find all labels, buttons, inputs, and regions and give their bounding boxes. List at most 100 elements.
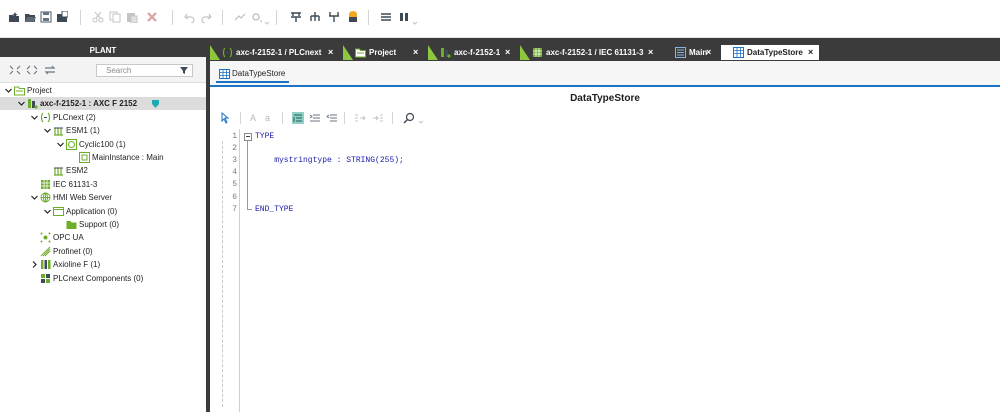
close-icon[interactable]: × (706, 45, 711, 60)
tree-item-label: Application (0) (66, 206, 118, 216)
code-editor[interactable]: 1 TYPE 2 3 mystringtype : STRING(255); 4 5 6 7 E… (210, 129, 1000, 412)
tab-2[interactable]: axc-f-2152-1 × (428, 45, 516, 60)
user-icon[interactable] (347, 11, 359, 23)
more-chevron-icon[interactable] (412, 19, 418, 25)
tree-item-label: axc-f-2152-1 : AXC F 2152 (40, 99, 138, 109)
menu-icon[interactable] (380, 11, 392, 23)
line-number: 1 (232, 132, 237, 141)
tab-3[interactable]: axc-f-2152-1 / IEC 61131-3 × (520, 45, 659, 60)
axioline-icon (40, 259, 51, 270)
chevron-down-icon[interactable] (30, 113, 39, 122)
save-icon[interactable] (40, 11, 52, 23)
tree-item[interactable]: Support (0) (0, 218, 206, 231)
bookmark-next-icon[interactable] (372, 112, 384, 124)
tree-item[interactable]: Project (0, 84, 206, 97)
chevron-right-icon[interactable] (30, 260, 39, 269)
font-increase-button[interactable]: A (250, 112, 256, 124)
close-icon[interactable]: × (413, 45, 418, 60)
network-icon[interactable] (309, 11, 321, 23)
write-icon[interactable] (290, 11, 302, 23)
iec-icon (40, 179, 51, 190)
tree-item[interactable]: Axioline F (1) (0, 258, 206, 271)
tree-item[interactable]: ESM1 (1) (0, 124, 206, 137)
code-line: 2 (210, 143, 1000, 155)
tab-label: Main (689, 48, 708, 57)
tree-item[interactable]: HMI Web Server (0, 191, 206, 204)
comment-icon[interactable] (292, 112, 304, 124)
sync-icon[interactable] (44, 65, 56, 75)
tab-label: Project (369, 48, 397, 57)
fold-toggle-icon[interactable] (244, 133, 252, 141)
outdent-icon[interactable] (326, 112, 338, 124)
chevron-down-icon[interactable] (43, 126, 52, 135)
delete-icon[interactable] (146, 11, 158, 23)
tree-item[interactable]: PLCnext (2) (0, 111, 206, 124)
plant-toolbar (0, 57, 206, 83)
tree-item[interactable]: axc-f-2152-1 : AXC F 2152 (0, 97, 206, 111)
tree-item[interactable]: MainInstance : Main (0, 151, 206, 164)
online-icon[interactable] (328, 11, 340, 23)
chevron-down-icon[interactable] (17, 99, 26, 108)
more-chevron-icon[interactable] (418, 118, 424, 124)
tree-item[interactable]: IEC 61131-3 (0, 178, 206, 191)
redo-icon[interactable] (200, 11, 212, 23)
tree-item[interactable]: PLCnext Components (0) (0, 272, 206, 285)
tab-label: axc-f-2152-1 / PLCnext (236, 48, 322, 57)
more-chevron-icon[interactable] (264, 19, 270, 25)
tree-item[interactable]: OPC UA (0, 231, 206, 244)
line-number: 4 (232, 168, 237, 178)
filter-icon[interactable] (179, 66, 189, 75)
find-icon[interactable] (403, 112, 415, 124)
tree-item-label: Project (27, 86, 52, 95)
chevron-down-icon[interactable] (43, 207, 52, 216)
pause-icon[interactable] (398, 11, 410, 23)
connect-icon[interactable] (234, 11, 246, 23)
table-icon (219, 69, 230, 79)
subtab-label: DataTypeStore (232, 69, 286, 78)
project-folder-icon (14, 85, 25, 96)
save-as-icon[interactable] (56, 11, 68, 23)
line-number: 5 (232, 180, 237, 190)
font-decrease-button[interactable]: a (265, 112, 270, 124)
tab-1[interactable]: Project × (343, 45, 424, 60)
pointer-icon[interactable] (220, 111, 232, 124)
new-project-icon[interactable] (8, 11, 20, 23)
tree-item-label: HMI Web Server (53, 193, 112, 203)
indent-icon[interactable] (309, 112, 321, 124)
cut-icon[interactable] (92, 11, 104, 23)
open-project-icon[interactable] (24, 11, 36, 23)
table-icon (733, 47, 744, 58)
tree-item-label: PLCnext Components (0) (53, 273, 144, 283)
expand-all-icon[interactable] (9, 65, 21, 75)
esm-icon (53, 165, 64, 176)
undo-icon[interactable] (184, 11, 196, 23)
tree-item[interactable]: Profinet (0) (0, 245, 206, 258)
close-icon[interactable]: × (648, 45, 653, 60)
tree-item[interactable]: Cyclic100 (1) (0, 138, 206, 151)
tab-5[interactable]: DataTypeStore × (721, 45, 819, 60)
tab-4[interactable]: Main × (663, 45, 717, 60)
chevron-down-icon[interactable] (56, 140, 65, 149)
close-icon[interactable]: × (808, 45, 813, 60)
paste-icon[interactable] (126, 11, 138, 23)
line-number: 2 (232, 144, 237, 154)
plant-search-box[interactable] (96, 64, 193, 77)
code-line: 5 (210, 179, 1000, 191)
bookmark-icon[interactable] (354, 112, 366, 124)
close-icon[interactable]: × (328, 45, 333, 60)
tree-item[interactable]: ESM2 (0, 164, 206, 177)
copy-icon[interactable] (109, 11, 121, 23)
plcnext-icon (222, 47, 233, 58)
tree-item[interactable]: Application (0) (0, 205, 206, 218)
subtab-datatypestore[interactable]: DataTypeStore (216, 67, 290, 83)
chevron-down-icon[interactable] (4, 86, 13, 95)
plant-search-input[interactable] (97, 65, 177, 76)
shield-icon (152, 99, 159, 109)
code-text: END_TYPE (255, 204, 294, 214)
close-icon[interactable]: × (505, 45, 510, 60)
settings-icon[interactable] (251, 11, 263, 23)
tab-0[interactable]: axc-f-2152-1 / PLCnext × (210, 45, 339, 60)
collapse-all-icon[interactable] (26, 65, 38, 75)
code-line: 6 (210, 192, 1000, 204)
chevron-down-icon[interactable] (30, 193, 39, 202)
